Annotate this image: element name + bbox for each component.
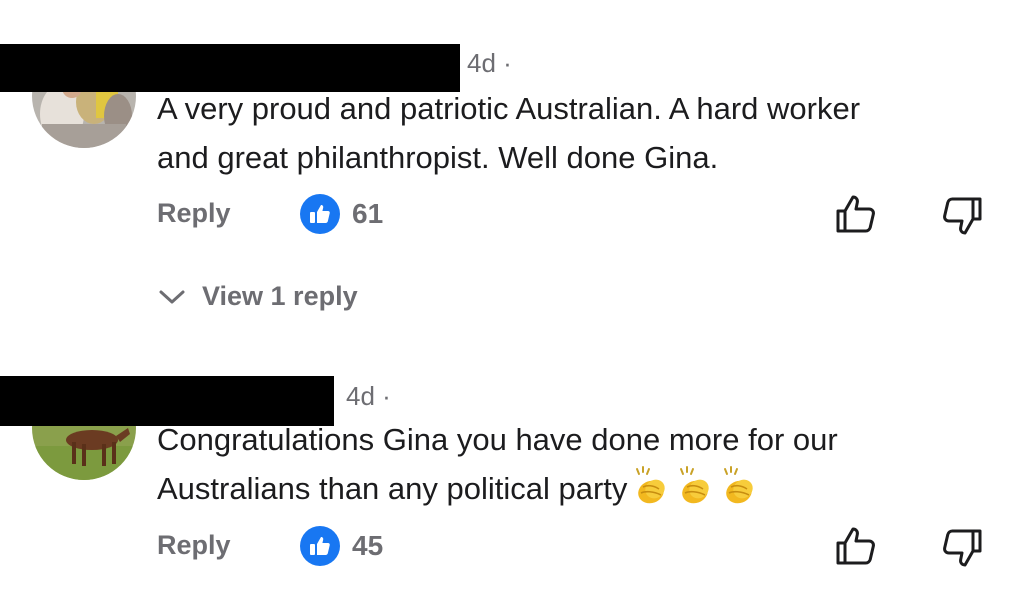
clapping-hands-emoji bbox=[680, 466, 710, 504]
clapping-hands-emoji bbox=[636, 466, 666, 504]
clapping-hands-emoji bbox=[724, 466, 754, 504]
comment-timestamp: 4d · bbox=[346, 381, 391, 411]
comment-text-line: Australians than any political party bbox=[157, 464, 1007, 519]
reaction-summary[interactable]: 45 bbox=[300, 526, 383, 566]
emoji-group bbox=[631, 465, 763, 519]
comment-2: 4d · Congratulations Gina you have done … bbox=[0, 0, 1024, 602]
comment-text-line: Congratulations Gina you have done more … bbox=[157, 422, 838, 457]
like-count: 45 bbox=[352, 530, 384, 561]
upvote-icon[interactable] bbox=[834, 524, 878, 568]
comment-text: Congratulations Gina you have done more … bbox=[157, 415, 1007, 519]
downvote-icon[interactable] bbox=[940, 526, 984, 570]
reply-button[interactable]: Reply bbox=[157, 530, 231, 561]
thumbs-up-badge-icon bbox=[300, 526, 340, 566]
comment-text-segment: Australians than any political party bbox=[157, 471, 628, 506]
